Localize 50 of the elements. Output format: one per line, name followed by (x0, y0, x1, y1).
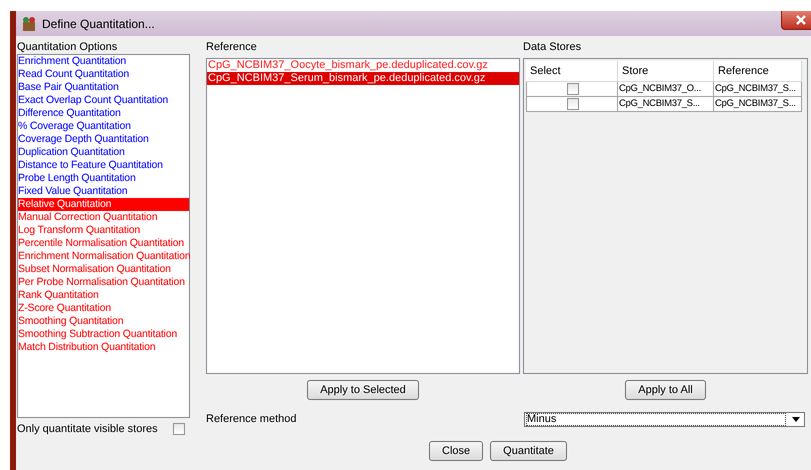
option-item[interactable]: Probe Length Quantitation (18, 172, 189, 185)
option-item[interactable]: Match Distribution Quantitation (18, 341, 189, 354)
option-item[interactable]: Smoothing Subtraction Quantitation (18, 328, 189, 341)
option-item[interactable]: Log Transform Quantitation (18, 224, 189, 237)
reference-item[interactable]: CpG_NCBIM37_Oocyte_bismark_pe.deduplicated.cov.gz (207, 59, 519, 72)
table-cell: CpG_NCBIM37_O... (618, 82, 714, 97)
checkbox[interactable] (173, 423, 185, 435)
apply-selected-button[interactable]: Apply to Selected (307, 380, 419, 400)
option-item[interactable]: Coverage Depth Quantitation (18, 133, 189, 146)
option-item[interactable]: Duplication Quantitation (18, 146, 189, 159)
option-item[interactable]: Per Probe Normalisation Quantitation (18, 276, 189, 289)
panel-label: Data Stores (523, 41, 582, 55)
table-cell: CpG_NCBIM37_S... (714, 82, 802, 97)
option-item[interactable]: Smoothing Quantitation (18, 315, 189, 328)
option-item[interactable]: Distance to Feature Quantitation (18, 159, 189, 172)
option-item[interactable]: Percentile Normalisation Quantitation (18, 237, 189, 250)
option-item[interactable]: % Coverage Quantitation (18, 120, 189, 133)
column-header[interactable]: Select (526, 61, 618, 82)
dialog-button[interactable]: Quantitate (490, 441, 567, 461)
dropdown-arrow-icon (792, 416, 800, 422)
option-item[interactable]: Exact Overlap Count Quantitation (18, 94, 189, 107)
option-item[interactable]: Fixed Value Quantitation (18, 185, 189, 198)
table-cell: CpG_NCBIM37_S... (618, 97, 714, 112)
reference-item[interactable]: CpG_NCBIM37_Serum_bismark_pe.deduplicated.cov.gz (207, 72, 519, 85)
checkbox[interactable] (566, 83, 578, 95)
method-dropdown[interactable]: Minus (524, 412, 805, 426)
window-title: Define Quantitation... (42, 16, 155, 30)
apply-all-button[interactable]: Apply to All (625, 380, 706, 400)
checkbox-label: Only quantitate visible stores (17, 423, 158, 435)
column-header[interactable]: Reference (714, 61, 802, 82)
option-item[interactable]: Manual Correction Quantitation (18, 211, 189, 224)
table-cell: CpG_NCBIM37_S... (714, 97, 802, 112)
app-icon (21, 16, 37, 32)
option-item[interactable]: Z-Score Quantitation (18, 302, 189, 315)
close-button[interactable] (781, 11, 811, 30)
column-header[interactable]: Store (618, 61, 714, 82)
option-item[interactable]: Enrichment Quantitation (18, 55, 189, 68)
panel-label: Quantitation Options (17, 41, 118, 54)
dialog-button[interactable]: Close (429, 441, 484, 461)
field-label: Reference method (206, 413, 298, 425)
option-item[interactable]: Rank Quantitation (18, 289, 189, 302)
option-item[interactable]: Base Pair Quantitation (18, 81, 189, 94)
panel-label: Reference (206, 41, 258, 55)
option-item[interactable]: Read Count Quantitation (18, 68, 189, 81)
checkbox[interactable] (566, 98, 578, 110)
option-item[interactable]: Subset Normalisation Quantitation (18, 263, 189, 276)
option-item[interactable]: Enrichment Normalisation Quantitation (18, 250, 189, 263)
option-item[interactable]: Relative Quantitation (18, 198, 189, 211)
option-item[interactable]: Difference Quantitation (18, 107, 189, 120)
close-icon (796, 15, 806, 25)
